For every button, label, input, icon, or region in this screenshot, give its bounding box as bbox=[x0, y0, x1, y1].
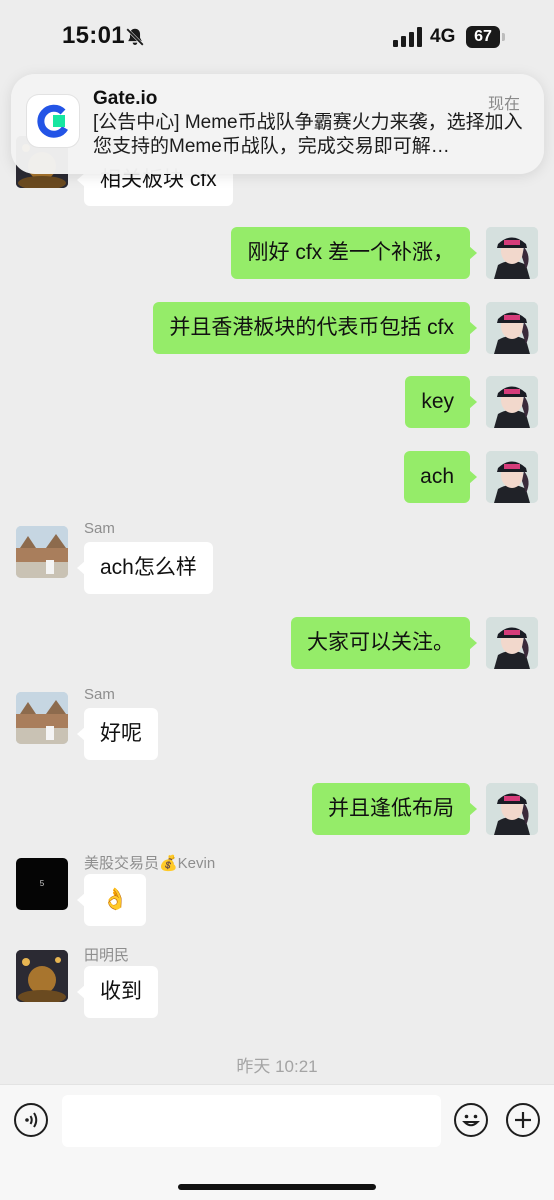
plus-icon bbox=[515, 1112, 531, 1128]
avatar-image bbox=[486, 376, 538, 428]
avatar-image bbox=[486, 783, 538, 835]
avatar[interactable] bbox=[486, 783, 538, 835]
chat-bubble[interactable]: ach怎么样 bbox=[77, 542, 213, 594]
cellular-signal-icon bbox=[393, 27, 422, 47]
sender-name: Sam bbox=[84, 686, 115, 703]
chat-bubble[interactable]: ach bbox=[404, 451, 477, 503]
voice-icon bbox=[25, 1112, 38, 1128]
status-bar: 15:01 4G 67 bbox=[0, 0, 554, 76]
voice-button[interactable] bbox=[14, 1103, 48, 1137]
avatar[interactable] bbox=[486, 227, 538, 279]
avatar[interactable] bbox=[486, 302, 538, 354]
chat-bubble[interactable]: 好呢 bbox=[77, 708, 158, 760]
status-time: 15:01 bbox=[62, 22, 125, 49]
avatar-image bbox=[486, 451, 538, 503]
emoji-icon bbox=[462, 1114, 480, 1127]
chat-timestamp: 昨天 10:21 bbox=[236, 1057, 318, 1076]
avatar-image bbox=[486, 227, 538, 279]
avatar-image bbox=[16, 526, 68, 578]
notification-banner[interactable]: Gate.io 现在 [公告中心] Meme币战队争霸赛火力来袭，选择加入您支持… bbox=[11, 74, 544, 174]
battery-icon: 67 bbox=[466, 26, 506, 48]
avatar[interactable]: 5 bbox=[16, 858, 68, 910]
input-bar bbox=[0, 1084, 554, 1200]
emoji-button[interactable] bbox=[454, 1103, 488, 1137]
battery-tip bbox=[502, 33, 505, 41]
avatar[interactable] bbox=[16, 692, 68, 744]
gate-io-logo-icon bbox=[27, 95, 79, 147]
sender-name: 美股交易员💰Kevin bbox=[84, 855, 216, 872]
chat-bubble[interactable]: 并且逢低布局 bbox=[312, 783, 477, 835]
chat-bubble[interactable]: key bbox=[405, 376, 477, 428]
chat-bubble[interactable]: 收到 bbox=[77, 966, 158, 1018]
chat-bubble[interactable]: 👌 bbox=[76, 874, 147, 926]
plus-button[interactable] bbox=[506, 1103, 540, 1137]
message-input[interactable] bbox=[62, 1095, 441, 1147]
chat-bubble[interactable]: 并且香港板块的代表币包括 cfx bbox=[153, 302, 477, 354]
avatar-image bbox=[486, 302, 538, 354]
avatar-image bbox=[16, 950, 68, 1002]
avatar-image bbox=[486, 617, 538, 669]
avatar[interactable] bbox=[16, 950, 68, 1002]
avatar[interactable] bbox=[486, 617, 538, 669]
chat-bubble[interactable]: 刚好 cfx 差一个补涨， bbox=[231, 227, 477, 279]
sender-name: Sam bbox=[84, 520, 115, 537]
network-type: 4G bbox=[430, 26, 456, 47]
notification-body: [公告中心] Meme币战队争霸赛火力来袭，选择加入您支持的Meme币战队，完成… bbox=[93, 112, 523, 157]
battery-level: 67 bbox=[466, 26, 500, 48]
sender-name: 田明民 bbox=[84, 947, 130, 964]
avatar[interactable] bbox=[486, 451, 538, 503]
avatar[interactable] bbox=[486, 376, 538, 428]
avatar[interactable] bbox=[16, 526, 68, 578]
avatar-image bbox=[16, 692, 68, 744]
chat-bubble[interactable]: 大家可以关注。 bbox=[291, 617, 477, 669]
notification-app-name: Gate.io bbox=[93, 88, 158, 109]
home-indicator[interactable] bbox=[178, 1184, 376, 1190]
bell-muted-icon bbox=[125, 27, 145, 47]
